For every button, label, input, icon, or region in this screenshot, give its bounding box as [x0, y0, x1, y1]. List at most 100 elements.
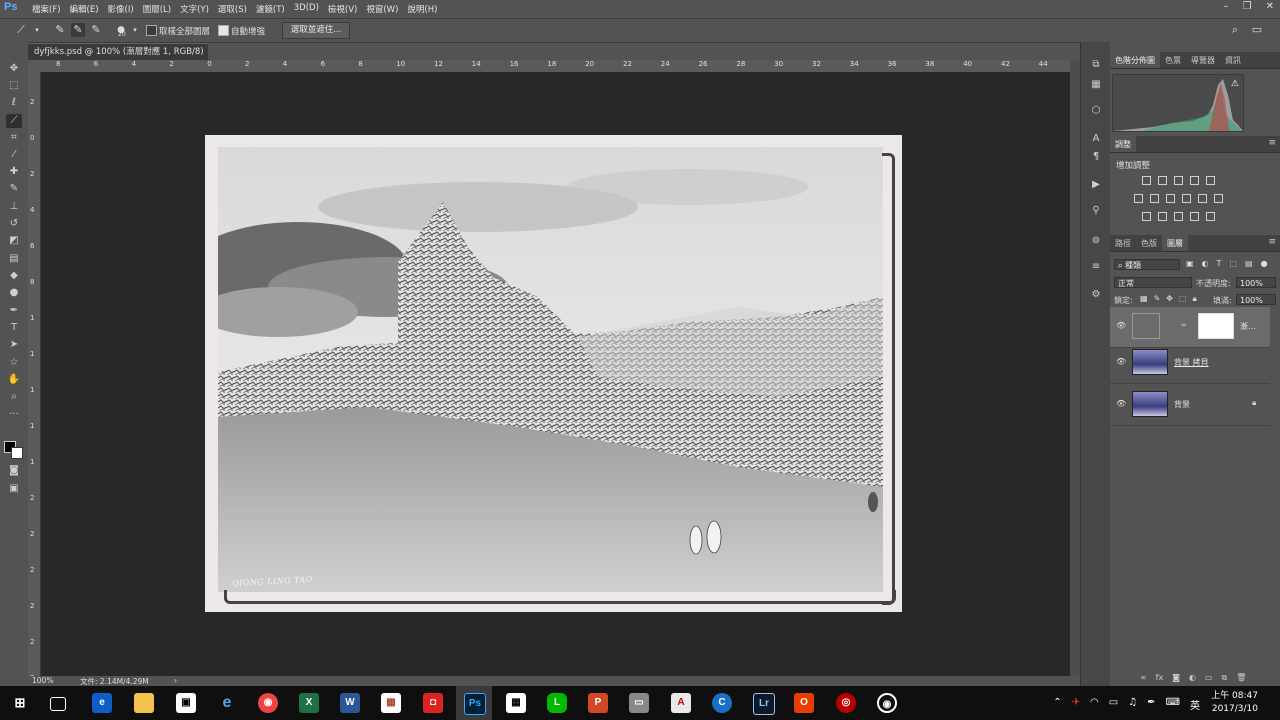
fill-input[interactable]: 100% — [1236, 294, 1276, 305]
blur-tool-icon[interactable]: ◆ — [6, 269, 22, 283]
mountain-photo[interactable] — [218, 147, 883, 592]
sample-all-layers-checkbox[interactable] — [146, 25, 157, 36]
more-tools-icon[interactable]: ··· — [6, 408, 22, 422]
app-c-icon[interactable]: C — [712, 693, 732, 713]
acrobat-icon[interactable]: A — [671, 693, 691, 713]
minimize-button[interactable]: – — [1224, 1, 1229, 12]
eraser-tool-icon[interactable]: ◩ — [6, 234, 22, 248]
edge-icon[interactable]: e — [92, 693, 112, 713]
store-icon[interactable]: ▣ — [176, 693, 196, 713]
ime-indicator[interactable]: 英 — [1190, 697, 1200, 712]
lock-all-icon[interactable]: 🔒︎ — [1193, 294, 1197, 304]
red-app-icon[interactable]: ◘ — [423, 693, 443, 713]
layers-menu-icon[interactable]: ≡ — [1268, 237, 1276, 247]
add-selection-icon[interactable]: ✎ — [71, 23, 85, 37]
layer-row[interactable]: 👁︎ 背景 拷貝 — [1110, 343, 1270, 384]
zoom-level[interactable]: 100% — [32, 676, 53, 685]
pen-tool-icon[interactable]: ✒ — [6, 304, 22, 318]
threshold-icon[interactable] — [1174, 212, 1183, 221]
screen-mode-icon[interactable]: ▣ — [6, 482, 22, 496]
menu-3d[interactable]: 3D(D) — [294, 3, 319, 15]
powerpoint-icon[interactable]: P — [588, 693, 608, 713]
visibility-eye-icon[interactable]: 👁︎ — [1116, 357, 1126, 366]
tab-channels[interactable]: 色版 — [1136, 235, 1162, 251]
exposure-icon[interactable] — [1190, 176, 1199, 185]
windows-start-icon[interactable]: ⊞ — [10, 693, 30, 713]
brush-dropdown-icon[interactable]: ▾ — [128, 23, 142, 37]
menu-type[interactable]: 文字(Y) — [180, 3, 209, 15]
internet-explorer-icon[interactable]: e — [217, 693, 237, 713]
actions-panel-icon[interactable]: ▶ — [1089, 178, 1103, 192]
quick-mask-icon[interactable]: ◙ — [6, 464, 22, 478]
chrome-icon[interactable]: ◉ — [258, 693, 278, 713]
keyboard-icon[interactable]: ⌨ — [1166, 697, 1180, 712]
visibility-eye-icon[interactable]: 👁︎ — [1116, 399, 1126, 408]
lock-position-icon[interactable]: ✥ — [1166, 294, 1173, 304]
healing-brush-icon[interactable]: ✚ — [6, 165, 22, 179]
layer-name[interactable]: 背景 — [1174, 399, 1190, 410]
menu-filter[interactable]: 濾鏡(T) — [256, 3, 285, 15]
zoom-tool-icon[interactable]: ⌕ — [6, 390, 22, 404]
fx-icon[interactable]: fx — [1156, 673, 1164, 683]
layer-name[interactable]: 漸... — [1240, 321, 1256, 332]
vertical-scrollbar[interactable] — [1070, 60, 1080, 676]
posterize-icon[interactable] — [1158, 212, 1167, 221]
eyedropper-tool-icon[interactable]: ⁄ — [6, 148, 22, 162]
tab-adjustments[interactable]: 調整 — [1110, 136, 1136, 152]
layer-name[interactable]: 背景 拷貝 — [1174, 357, 1209, 368]
layer-filter-select[interactable]: ⌕ 種類 — [1114, 259, 1180, 270]
black-white-icon[interactable] — [1166, 194, 1175, 203]
subtract-selection-icon[interactable]: ✎ — [89, 23, 103, 37]
auto-enhance-checkbox[interactable] — [218, 25, 229, 36]
brightness-icon[interactable] — [1142, 176, 1151, 185]
gradient-tool-icon[interactable]: ▤ — [6, 252, 22, 266]
calculator-icon[interactable]: ▦ — [506, 693, 526, 713]
opacity-input[interactable]: 100% — [1236, 277, 1276, 288]
path-select-icon[interactable]: ➤ — [6, 338, 22, 352]
antivirus-icon[interactable]: ✈ — [1072, 697, 1080, 712]
battery-icon[interactable]: ▭ — [1109, 697, 1118, 712]
clock[interactable]: 上午 08:47 2017/3/10 — [1211, 690, 1258, 716]
trash-icon[interactable]: 🗑︎ — [1236, 673, 1246, 683]
task-view-icon[interactable] — [50, 697, 66, 711]
lock-transparent-icon[interactable]: ▦ — [1140, 294, 1148, 304]
crop-tool-icon[interactable]: ⌗ — [6, 131, 22, 145]
menu-file[interactable]: 檔案(F) — [32, 3, 61, 15]
lightroom-icon[interactable]: Lr — [753, 693, 775, 715]
link-layers-icon[interactable]: ∞ — [1140, 673, 1147, 683]
selective-color-icon[interactable] — [1206, 212, 1215, 221]
chevron-up-icon[interactable]: ⌃ — [1053, 697, 1061, 712]
dodge-tool-icon[interactable]: ● — [6, 286, 22, 300]
status-menu-icon[interactable]: › — [174, 676, 177, 685]
word-icon[interactable]: W — [340, 693, 360, 713]
file-explorer-icon[interactable] — [134, 693, 154, 713]
workspace-icon[interactable]: ▭ — [1250, 23, 1264, 37]
blend-mode-select[interactable]: 正常 — [1114, 277, 1192, 288]
tab-histogram[interactable]: 色階分佈圖 — [1110, 52, 1160, 68]
filter-shape-icon[interactable]: ⬚ — [1229, 259, 1237, 268]
3d-panel-icon[interactable]: ⬡ — [1089, 104, 1103, 118]
menu-window[interactable]: 視窗(W) — [366, 3, 398, 15]
shape-tool-icon[interactable]: ☆ — [6, 356, 22, 370]
tab-info[interactable]: 資訊 — [1220, 52, 1246, 68]
tab-swatches[interactable]: 色票 — [1160, 52, 1186, 68]
new-layer-icon[interactable]: ⧉ — [1222, 673, 1228, 683]
hue-saturation-icon[interactable] — [1134, 194, 1143, 203]
channel-mixer-icon[interactable] — [1198, 194, 1207, 203]
history-panel-icon[interactable]: ⧉ — [1089, 58, 1103, 72]
color-lookup-icon[interactable] — [1214, 194, 1223, 203]
new-selection-icon[interactable]: ✎ — [53, 23, 67, 37]
libraries-icon[interactable]: ⊚ — [1089, 234, 1103, 248]
pen-icon[interactable]: ✒ — [1147, 697, 1155, 712]
lock-artboard-icon[interactable]: ⬚ — [1179, 294, 1187, 304]
curves-icon[interactable] — [1174, 176, 1183, 185]
history-brush-icon[interactable]: ↺ — [6, 217, 22, 231]
remote-desktop-icon[interactable]: ▭ — [629, 693, 649, 713]
record-app-icon[interactable]: ◎ — [836, 693, 856, 713]
levels-icon[interactable] — [1158, 176, 1167, 185]
layer-row[interactable]: 👁︎ 背景 🔒︎ — [1110, 385, 1270, 426]
layer-mask-thumbnail[interactable] — [1198, 313, 1234, 339]
menu-select[interactable]: 選取(S) — [218, 3, 247, 15]
layer-row[interactable]: 👁︎ ∞ 漸... — [1110, 307, 1270, 348]
background-color-swatch[interactable] — [11, 447, 23, 459]
